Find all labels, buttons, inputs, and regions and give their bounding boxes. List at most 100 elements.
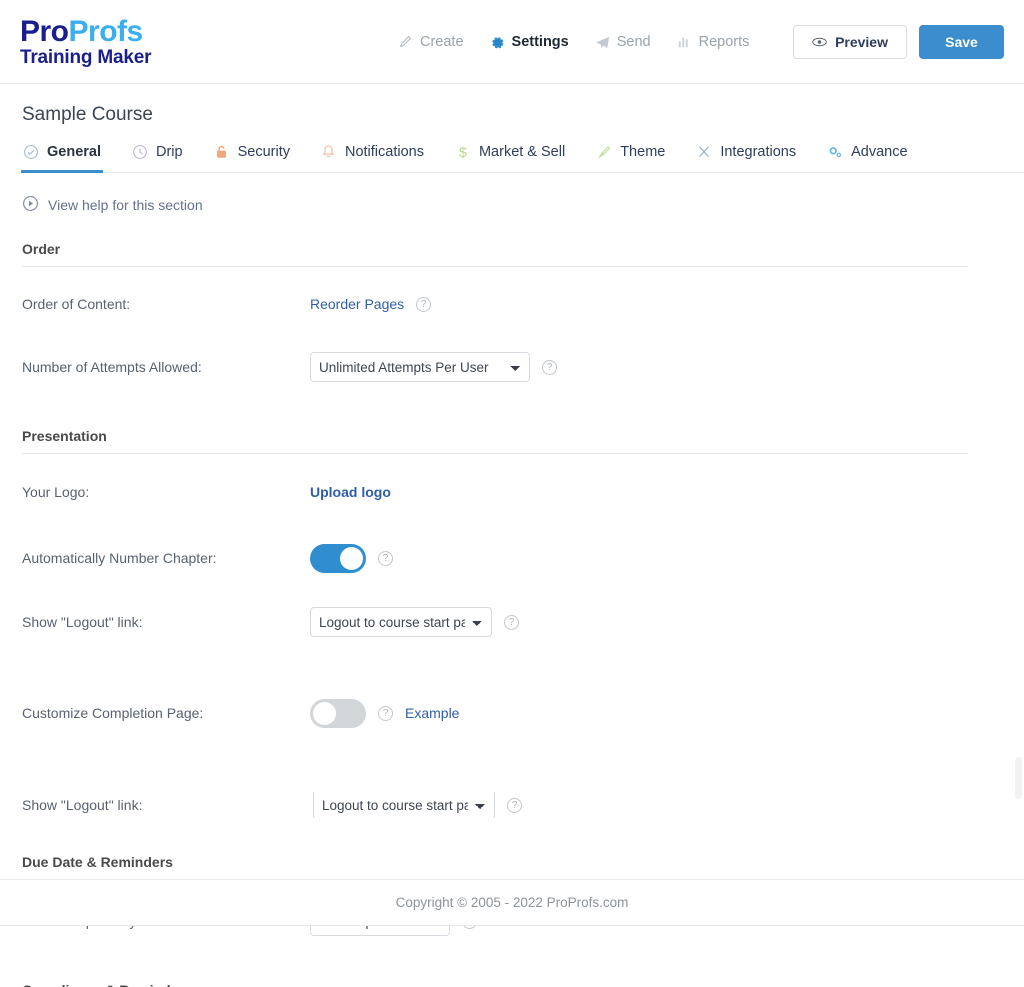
label-customize-completion-page: Customize Completion Page: xyxy=(22,705,204,721)
save-button[interactable]: Save xyxy=(919,25,1004,59)
control-customize-completion-page: ? Example xyxy=(310,698,459,728)
check-circle-icon xyxy=(23,144,39,160)
paper-plane-icon xyxy=(595,35,610,50)
dollar-icon: $ xyxy=(455,144,471,161)
tab-label-security: Security xyxy=(237,144,290,160)
settings-tabs: General Drip Security Notifications $ Ma… xyxy=(21,143,1024,173)
control-logout-link: Logout to course start page ? xyxy=(310,607,519,637)
gears-icon xyxy=(827,144,843,160)
section-title-compliance: Compliance & Reminders xyxy=(22,982,926,987)
topnav-label-send: Send xyxy=(616,34,651,50)
section-title-presentation: Presentation xyxy=(22,428,968,454)
section-title-due-date: Due Date & Reminders xyxy=(22,854,926,880)
customize-completion-page-toggle[interactable] xyxy=(310,698,366,728)
tab-label-general: General xyxy=(47,144,101,160)
topnav-item-settings[interactable]: Settings xyxy=(490,34,569,50)
help-icon-order-of-content[interactable]: ? xyxy=(416,296,432,312)
clock-icon xyxy=(132,144,148,160)
logo-wordmark: ProProfs xyxy=(20,14,151,48)
vertical-scrollbar-thumb[interactable] xyxy=(1015,757,1022,799)
label-attempts-allowed: Number of Attempts Allowed: xyxy=(22,359,202,375)
preview-button-label: Preview xyxy=(835,34,888,50)
logo-profs-text: Profs xyxy=(68,14,144,48)
help-icon-logout-link-duplicate[interactable]: ? xyxy=(507,797,522,813)
section-title-order: Order xyxy=(22,241,968,267)
toggle-knob xyxy=(313,701,336,725)
logo-pro-text: Pro xyxy=(20,14,69,48)
row-logout-link-duplicate: Show "Logout" link: Logout to course sta… xyxy=(22,792,982,818)
help-icon-logout-link[interactable]: ? xyxy=(504,614,519,630)
tab-market-sell[interactable]: $ Market & Sell xyxy=(453,144,567,173)
row-customize-completion-page: Customize Completion Page: ? Example xyxy=(22,696,1002,730)
tab-integrations[interactable]: Integrations xyxy=(694,144,798,173)
lock-icon xyxy=(214,144,230,160)
tab-theme[interactable]: Theme xyxy=(594,144,667,173)
control-attempts-allowed: Unlimited Attempts Per User ? xyxy=(310,352,557,382)
topnav-label-settings: Settings xyxy=(511,34,569,50)
topnav-label-reports: Reports xyxy=(698,34,750,50)
help-icon-attempts-allowed[interactable]: ? xyxy=(542,359,557,375)
attempts-allowed-select[interactable]: Unlimited Attempts Per User xyxy=(310,352,530,382)
logout-link-select-duplicate[interactable]: Logout to course start page xyxy=(313,792,495,818)
row-order-of-content: Order of Content: Reorder Pages ? xyxy=(22,287,1002,321)
view-help-link[interactable]: View help for this section xyxy=(22,195,203,215)
page-title: Sample Course xyxy=(22,104,153,125)
control-auto-number-chapter: ? xyxy=(310,543,393,573)
control-your-logo: Upload logo xyxy=(310,484,391,500)
control-logout-link-duplicate: Logout to course start page ? xyxy=(310,792,522,818)
page-footer: Copyright © 2005 - 2022 ProProfs.com xyxy=(0,879,1024,926)
label-logout-link-duplicate: Show "Logout" link: xyxy=(22,797,143,813)
paint-brush-icon xyxy=(596,144,612,160)
save-button-label: Save xyxy=(945,34,978,50)
label-auto-number-chapter: Automatically Number Chapter: xyxy=(22,550,217,566)
label-your-logo: Your Logo: xyxy=(22,484,90,500)
control-order-of-content: Reorder Pages ? xyxy=(310,296,432,312)
row-attempts-allowed: Number of Attempts Allowed: Unlimited At… xyxy=(22,350,1002,384)
tab-general[interactable]: General xyxy=(21,144,103,173)
topnav-label-create: Create xyxy=(420,34,464,50)
topnav-item-create[interactable]: Create xyxy=(398,34,464,50)
completion-page-example-link[interactable]: Example xyxy=(405,705,459,721)
scissors-icon xyxy=(696,144,712,160)
top-actions: Preview Save xyxy=(793,0,1004,84)
tab-label-drip: Drip xyxy=(156,144,183,160)
gear-icon xyxy=(490,35,505,50)
logout-link-select[interactable]: Logout to course start page xyxy=(310,607,492,637)
view-help-label: View help for this section xyxy=(48,197,203,213)
svg-text:$: $ xyxy=(459,145,467,161)
tab-label-notifications: Notifications xyxy=(344,144,424,160)
tab-drip[interactable]: Drip xyxy=(130,144,185,173)
proprofs-logo[interactable]: ProProfs Training Maker xyxy=(20,14,152,68)
label-order-of-content: Order of Content: xyxy=(22,296,131,312)
course-header: Sample Course General Drip Security Noti… xyxy=(0,84,1024,173)
pencil-icon xyxy=(398,35,413,50)
tab-notifications[interactable]: Notifications xyxy=(319,144,426,173)
tab-security[interactable]: Security xyxy=(212,144,292,173)
preview-button[interactable]: Preview xyxy=(793,25,907,59)
settings-content: View help for this section Order Order o… xyxy=(0,195,1024,987)
bell-icon xyxy=(321,144,337,160)
tab-advance[interactable]: Advance xyxy=(825,144,909,173)
tab-label-theme: Theme xyxy=(620,144,666,160)
help-icon-customize-completion-page[interactable]: ? xyxy=(378,705,393,721)
reorder-pages-link[interactable]: Reorder Pages xyxy=(310,296,404,312)
tab-label-market-sell: Market & Sell xyxy=(478,144,566,160)
row-auto-number-chapter: Automatically Number Chapter: ? xyxy=(22,541,1002,575)
topnav-item-reports[interactable]: Reports xyxy=(677,34,750,50)
tab-label-advance: Advance xyxy=(851,144,908,160)
eye-icon xyxy=(812,35,827,50)
play-circle-icon xyxy=(22,195,39,215)
help-icon-auto-number-chapter[interactable]: ? xyxy=(378,550,393,566)
label-logout-link: Show "Logout" link: xyxy=(22,614,143,630)
auto-number-chapter-toggle[interactable] xyxy=(310,543,366,573)
tab-label-integrations: Integrations xyxy=(720,144,797,160)
copyright-text: Copyright © 2005 - 2022 ProProfs.com xyxy=(395,895,629,910)
upload-logo-link[interactable]: Upload logo xyxy=(310,484,391,500)
bar-chart-icon xyxy=(677,35,692,50)
top-bar: ProProfs Training Maker Create Settings … xyxy=(0,0,1024,84)
row-your-logo: Your Logo: Upload logo xyxy=(22,475,1002,509)
topnav-item-send[interactable]: Send xyxy=(595,34,651,50)
top-navigation: Create Settings Send Reports xyxy=(398,0,749,84)
toggle-knob xyxy=(340,546,363,570)
logo-product-text: Training Maker xyxy=(20,46,152,68)
